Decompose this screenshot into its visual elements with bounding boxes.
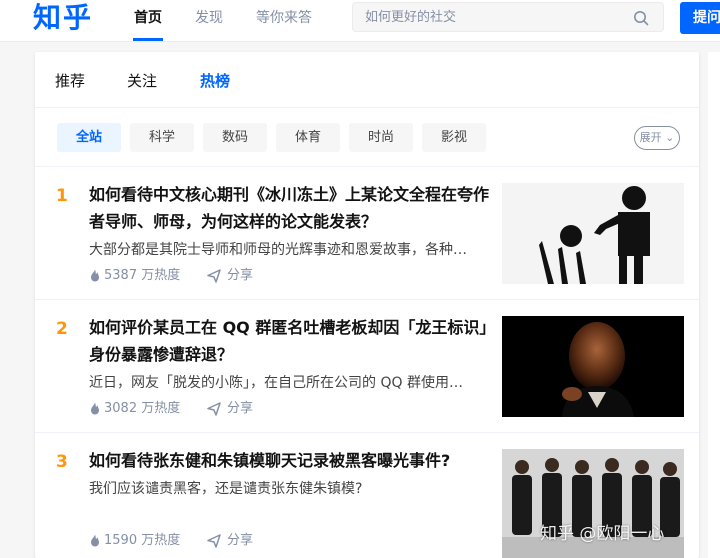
filter-sports[interactable]: 体育 (276, 123, 340, 152)
hot-item-thumbnail[interactable] (502, 183, 684, 284)
zhihu-logo[interactable]: 知乎 (33, 1, 93, 35)
hot-item-title[interactable]: 如何看待张东健和朱镇模聊天记录被黑客曝光事件? (89, 447, 499, 474)
ask-question-button[interactable]: 提问 (680, 2, 720, 34)
search-icon[interactable] (633, 10, 649, 26)
filter-film[interactable]: 影视 (422, 123, 486, 152)
share-label: 分享 (227, 533, 254, 548)
watermark: 知乎 @欧阳一心 (540, 524, 665, 544)
tab-hot-list[interactable]: 热榜 (200, 70, 230, 91)
heat-count: 3082 万热度 (104, 401, 181, 416)
filter-science[interactable]: 科学 (130, 123, 194, 152)
fire-icon (91, 402, 99, 415)
hot-item-title[interactable]: 如何评价某员工在 QQ 群匿名吐槽老板却因「龙王标识」身份暴露惨遭辞退？ (89, 314, 493, 368)
filter-digital[interactable]: 数码 (203, 123, 267, 152)
search-box (352, 2, 664, 32)
hot-rank: 2 (56, 319, 68, 339)
nav-waiting-answers[interactable]: 等你来答 (256, 0, 312, 42)
tab-follow[interactable]: 关注 (127, 70, 157, 91)
nav-home[interactable]: 首页 (134, 0, 162, 42)
top-nav-bar: 知乎 首页 发现 等你来答 提问 (0, 0, 720, 42)
trash-bin-figure-image (502, 183, 684, 284)
hot-list-card: 推荐 关注 热榜 全站 科学 数码 体育 时尚 影视 展开 ⌄ 1 如何看待中文… (35, 52, 699, 558)
share-label: 分享 (227, 401, 254, 416)
share-icon (207, 269, 221, 283)
share-icon (207, 534, 221, 548)
fire-icon (91, 269, 99, 282)
category-filters: 全站 科学 数码 体育 时尚 影视 展开 ⌄ (35, 109, 699, 167)
share-icon (207, 402, 221, 416)
heat-count: 5387 万热度 (104, 268, 181, 283)
hot-item-excerpt[interactable]: 近日，网友「脱发的小陈」，在自己所在公司的 QQ 群使用… (89, 372, 477, 394)
search-input[interactable] (365, 3, 625, 31)
hot-rank: 3 (56, 452, 68, 472)
fire-icon (91, 534, 99, 547)
chevron-down-icon: ⌄ (661, 131, 675, 144)
nav-active-indicator (133, 38, 163, 41)
expand-filters-button[interactable]: 展开 ⌄ (634, 126, 680, 150)
hot-rank: 1 (56, 186, 68, 206)
hot-item[interactable]: 2 如何评价某员工在 QQ 群匿名吐槽老板却因「龙王标识」身份暴露惨遭辞退？ 近… (35, 301, 699, 433)
right-sidebar-edge (708, 52, 720, 558)
hot-item[interactable]: 1 如何看待中文核心期刊《冰川冻土》上某论文全程在夸作者导师、师母，为何这样的论… (35, 168, 699, 300)
hot-item-excerpt[interactable]: 大部分都是其院士导师和师母的光辉事迹和恩爱故事，各种… (89, 239, 477, 261)
nav-discover[interactable]: 发现 (195, 0, 223, 42)
filter-all[interactable]: 全站 (57, 123, 121, 152)
hot-item-excerpt[interactable]: 我们应该谴责黑客，还是谴责张东健朱镇模? (89, 478, 477, 500)
feed-tabs: 推荐 关注 热榜 (35, 52, 699, 108)
filter-fashion[interactable]: 时尚 (349, 123, 413, 152)
portrait-photo-image (502, 316, 684, 417)
tab-recommend[interactable]: 推荐 (55, 70, 85, 91)
expand-label: 展开 (639, 131, 662, 144)
share-label: 分享 (227, 268, 254, 283)
hot-item-title[interactable]: 如何看待中文核心期刊《冰川冻土》上某论文全程在夸作者导师、师母，为何这样的论文能… (89, 181, 493, 235)
hot-item-thumbnail[interactable] (502, 316, 684, 417)
heat-count: 1590 万热度 (104, 533, 181, 548)
